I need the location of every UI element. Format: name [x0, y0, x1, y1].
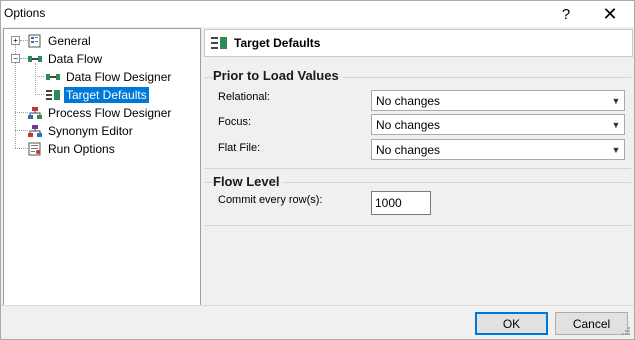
- close-button[interactable]: ✕: [588, 1, 632, 27]
- commit-label: Commit every row(s):: [218, 194, 323, 206]
- tree-item-label: Data Flow Designer: [66, 69, 172, 84]
- panel-title: Target Defaults: [234, 36, 321, 50]
- tree-item-data-flow[interactable]: Data Flow: [27, 50, 104, 67]
- prior-to-load-title: Prior to Load Values: [213, 68, 343, 83]
- tree-item-process-flow-designer[interactable]: Process Flow Designer: [27, 104, 173, 121]
- tree-item-label: Process Flow Designer: [48, 105, 172, 120]
- chevron-down-icon: ▼: [611, 119, 621, 130]
- tree-item-label: General: [48, 33, 91, 48]
- tree-item-target-defaults[interactable]: Target Defaults: [45, 86, 149, 103]
- tree-item-data-flow-designer[interactable]: Data Flow Designer: [45, 68, 173, 85]
- tree-item-general[interactable]: General: [27, 32, 93, 49]
- ok-button[interactable]: OK: [475, 312, 548, 335]
- flat-file-label: Flat File:: [218, 142, 261, 154]
- relational-select[interactable]: No changes ▼: [371, 90, 625, 111]
- help-button[interactable]: ?: [544, 1, 588, 27]
- run-options-icon: [28, 142, 41, 155]
- target-defaults-icon: [211, 37, 227, 49]
- commit-rows-input[interactable]: 1000: [371, 191, 431, 215]
- options-tree[interactable]: + General − Data Flow Data Flow Designer…: [3, 28, 201, 306]
- tree-item-synonym-editor[interactable]: Synonym Editor: [27, 122, 135, 139]
- footer-divider: [1, 305, 634, 306]
- resize-grip-icon[interactable]: [621, 326, 631, 336]
- flat-file-select[interactable]: No changes ▼: [371, 139, 625, 160]
- tree-item-run-options[interactable]: Run Options: [27, 140, 117, 157]
- flat-file-value: No changes: [376, 142, 441, 157]
- window-title: Options: [4, 6, 46, 20]
- commit-rows-value: 1000: [375, 196, 402, 210]
- panel-header: Target Defaults: [204, 29, 633, 57]
- data-flow-designer-icon: [46, 73, 60, 80]
- collapse-data-flow-toggle[interactable]: −: [11, 54, 20, 63]
- tree-item-label: Target Defaults: [64, 86, 149, 103]
- chevron-down-icon: ▼: [611, 144, 621, 155]
- target-defaults-icon: [46, 89, 60, 100]
- focus-value: No changes: [376, 117, 441, 132]
- focus-label: Focus:: [218, 116, 252, 128]
- chevron-down-icon: ▼: [611, 95, 621, 106]
- tree-item-label: Data Flow: [48, 51, 103, 66]
- title-bar: Options ? ✕: [1, 1, 634, 27]
- data-flow-icon: [28, 55, 42, 62]
- options-dialog: Options ? ✕ + General − Data Flow Data F…: [0, 0, 635, 340]
- flow-level-title: Flow Level: [213, 174, 284, 189]
- relational-label: Relational:: [218, 91, 270, 103]
- process-flow-icon: [28, 106, 42, 119]
- tree-item-label: Run Options: [48, 141, 115, 156]
- tree-item-label: Synonym Editor: [48, 123, 133, 138]
- expand-general-toggle[interactable]: +: [11, 36, 20, 45]
- general-settings-icon: [28, 34, 41, 47]
- synonym-editor-icon: [28, 124, 42, 137]
- cancel-button[interactable]: Cancel: [555, 312, 628, 335]
- focus-select[interactable]: No changes ▼: [371, 114, 625, 135]
- relational-value: No changes: [376, 93, 441, 108]
